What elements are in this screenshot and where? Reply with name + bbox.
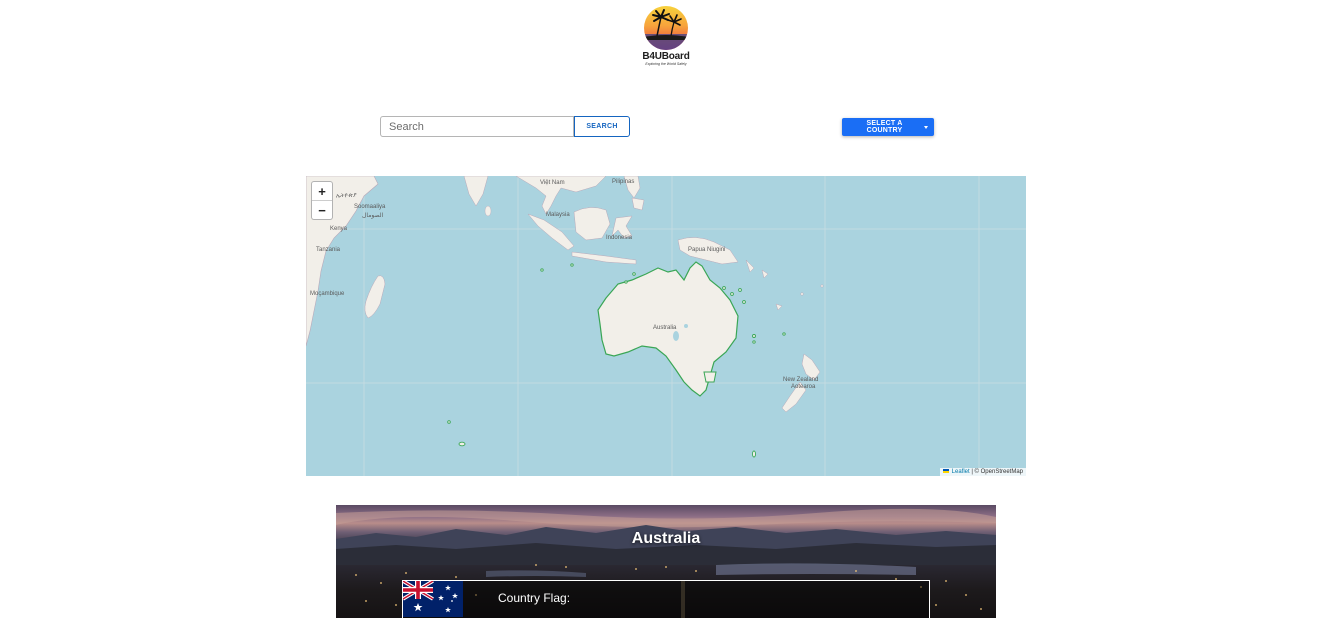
zoom-out-button[interactable]: − — [312, 201, 332, 219]
australia-flag-icon — [403, 581, 463, 617]
search-button[interactable]: SEARCH — [574, 116, 630, 137]
map-attribution: Leaflet | © OpenStreetMap — [939, 468, 1026, 476]
country-flag-label: Country Flag: — [498, 591, 571, 605]
map-label-philippines: Pilipinas — [612, 179, 635, 185]
map-label-malaysia: Malaysia — [546, 212, 570, 218]
logo-tagline: Exploring the World Safely — [645, 62, 687, 66]
map-label-papua: Papua Niugini — [688, 247, 726, 253]
map-label-australia: Australia — [653, 325, 677, 331]
country-banner: Australia Country Flag: — [336, 505, 996, 618]
map-label-mozambique: Moçambique — [310, 291, 345, 297]
zoom-in-button[interactable]: + — [312, 182, 332, 201]
map-label-aotearoa: Aotearoa — [791, 384, 816, 390]
osm-attribution: | © OpenStreetMap — [971, 469, 1023, 475]
site-logo[interactable]: B4UBoard Exploring the World Safely — [638, 6, 694, 68]
map-label-new-zealand: New Zealand — [783, 377, 819, 383]
country-name: Australia — [631, 530, 701, 547]
map-label-somalia-ar: الصومال — [362, 213, 384, 219]
leaflet-link[interactable]: Leaflet — [952, 469, 970, 475]
select-country-dropdown[interactable]: SELECT A COUNTRY — [842, 118, 934, 136]
map-label-kenya: Kenya — [330, 226, 348, 232]
map-label-somalia: Soomaaliya — [354, 204, 386, 210]
map-label-indonesia: Indonesia — [606, 235, 633, 241]
search-input[interactable] — [380, 116, 574, 137]
ukraine-flag-icon — [942, 469, 949, 474]
map[interactable]: Việt Nam Pilipinas Malaysia Indonesia Pa… — [306, 176, 1026, 476]
select-country-label: SELECT A COUNTRY — [866, 120, 903, 134]
zoom-control: + − — [311, 181, 333, 220]
map-label-ethiopia: ኢትዮጵያ — [336, 193, 357, 199]
caret-down-icon — [924, 125, 928, 129]
logo-title: B4UBoard — [642, 51, 690, 62]
logo-sunset-icon — [644, 6, 688, 50]
map-label-vietnam: Việt Nam — [540, 180, 565, 186]
map-label-tanzania: Tanzania — [316, 247, 341, 253]
country-info-box: Country Flag: — [402, 580, 930, 618]
